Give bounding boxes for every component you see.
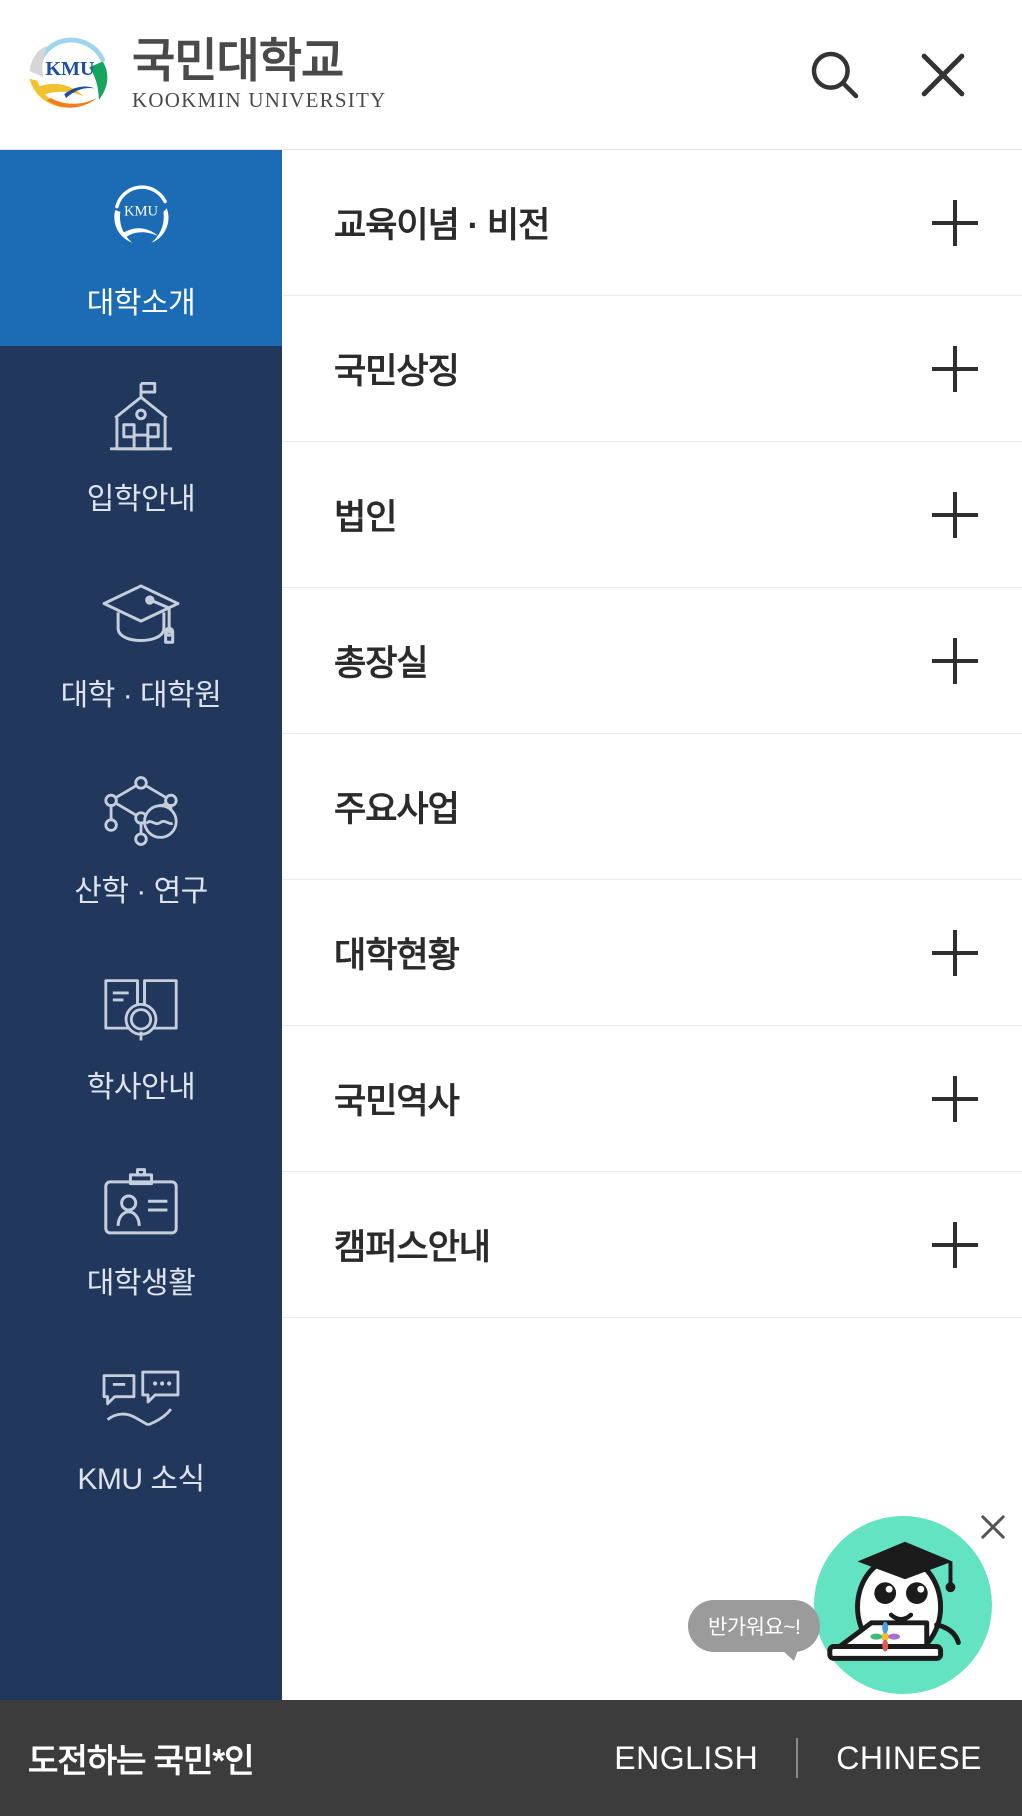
kmu-emblem-icon: KMU — [98, 174, 184, 260]
sidebar-item-sanhak-yeongu[interactable]: 산학 · 연구 — [0, 738, 282, 934]
sidebar-item-kmu-sosik[interactable]: KMU 소식 — [0, 1326, 282, 1522]
plus-icon[interactable] — [932, 345, 978, 392]
menu-row[interactable]: 국민역사 — [282, 1026, 1022, 1172]
menu-row-label: 총장실 — [334, 644, 429, 683]
menu-row[interactable]: 국민상징 — [282, 296, 1022, 442]
header-actions — [804, 44, 974, 106]
school-building-icon — [98, 370, 184, 456]
id-badge-icon — [97, 1154, 185, 1240]
sidebar-item-label: 입학안내 — [86, 483, 196, 516]
brand-title-kr: 국민대학교 — [132, 33, 344, 87]
search-icon[interactable] — [804, 44, 866, 106]
menu-row-label: 국민역사 — [334, 1082, 460, 1121]
brand-title-en: KOOKMIN UNIVERSITY — [132, 88, 387, 113]
menu-row[interactable]: 법인 — [282, 442, 1022, 588]
plus-icon[interactable] — [932, 1075, 978, 1122]
plus-icon[interactable] — [932, 1221, 978, 1268]
submenu-panel: 교육이념 · 비전 국민상징 법인 총장실 주요사업 대학현황 국민역사 캠퍼스… — [282, 150, 1022, 1700]
sidebar-item-label: 학사안내 — [86, 1071, 196, 1104]
menu-row-label: 법인 — [334, 498, 397, 537]
divider — [796, 1738, 799, 1778]
site-footer: 도전하는 국민*인 ENGLISH CHINESE — [0, 1700, 1022, 1816]
language-switcher: ENGLISH CHINESE — [614, 1738, 982, 1778]
sidebar-item-label: 대학생활 — [86, 1267, 196, 1300]
sidebar-item-haksaannae[interactable]: 학사안내 — [0, 934, 282, 1130]
menu-row-label: 교육이념 · 비전 — [334, 206, 550, 245]
menu-row[interactable]: 대학현황 — [282, 880, 1022, 1026]
menu-row[interactable]: 교육이념 · 비전 — [282, 150, 1022, 296]
menu-body: KMU 대학소개 입학안내 대학 · 대학원 산학 · 연구 학사안내 대학생활… — [0, 150, 1022, 1700]
kmu-emblem-icon: KMU — [22, 27, 118, 123]
chatbot-bubble: 반가워요~! — [688, 1600, 821, 1661]
svg-text:KMU: KMU — [124, 203, 159, 219]
plus-icon[interactable] — [932, 199, 978, 246]
sidebar-item-label: 대학소개 — [86, 287, 196, 320]
footer-slogan: 도전하는 국민*인 — [28, 1742, 255, 1779]
sidebar-item-ipakannae[interactable]: 입학안내 — [0, 346, 282, 542]
plus-icon[interactable] — [932, 637, 978, 684]
sidebar-item-label: 산학 · 연구 — [74, 875, 208, 908]
menu-row[interactable]: 캠퍼스안내 — [282, 1172, 1022, 1318]
graduation-cap-icon — [97, 566, 185, 652]
close-icon[interactable] — [912, 44, 974, 106]
site-header: KMU 국민대학교 KOOKMIN UNIVERSITY — [0, 0, 1022, 150]
menu-row[interactable]: 총장실 — [282, 588, 1022, 734]
brand-logo[interactable]: KMU 국민대학교 KOOKMIN UNIVERSITY — [22, 27, 386, 123]
open-book-search-icon — [97, 958, 185, 1044]
svg-text:KMU: KMU — [45, 58, 95, 80]
plus-icon[interactable] — [932, 929, 978, 976]
menu-row-label: 대학현황 — [334, 936, 460, 975]
sidebar-item-label: 대학 · 대학원 — [60, 679, 222, 712]
lang-chinese-link[interactable]: CHINESE — [836, 1740, 982, 1777]
sidebar-item-label: KMU 소식 — [77, 1463, 205, 1496]
menu-row-label: 국민상징 — [334, 352, 460, 391]
menu-row-label: 주요사업 — [334, 790, 460, 829]
speech-bubble-hand-icon — [97, 1350, 185, 1436]
chatbot-widget[interactable]: 반가워요~! — [674, 1510, 1014, 1700]
primary-sidebar[interactable]: KMU 대학소개 입학안내 대학 · 대학원 산학 · 연구 학사안내 대학생활… — [0, 150, 282, 1700]
network-research-icon — [97, 762, 185, 848]
sidebar-item-daehaksaenghwal[interactable]: 대학생활 — [0, 1130, 282, 1326]
sidebar-item-daehak-daehakwon[interactable]: 대학 · 대학원 — [0, 542, 282, 738]
lang-english-link[interactable]: ENGLISH — [614, 1740, 758, 1777]
chatbot-mascot[interactable] — [814, 1516, 992, 1694]
sidebar-item-daehaksogae[interactable]: KMU 대학소개 — [0, 150, 282, 346]
menu-row[interactable]: 주요사업 — [282, 734, 1022, 880]
menu-row-label: 캠퍼스안내 — [334, 1228, 491, 1267]
plus-icon[interactable] — [932, 491, 978, 538]
